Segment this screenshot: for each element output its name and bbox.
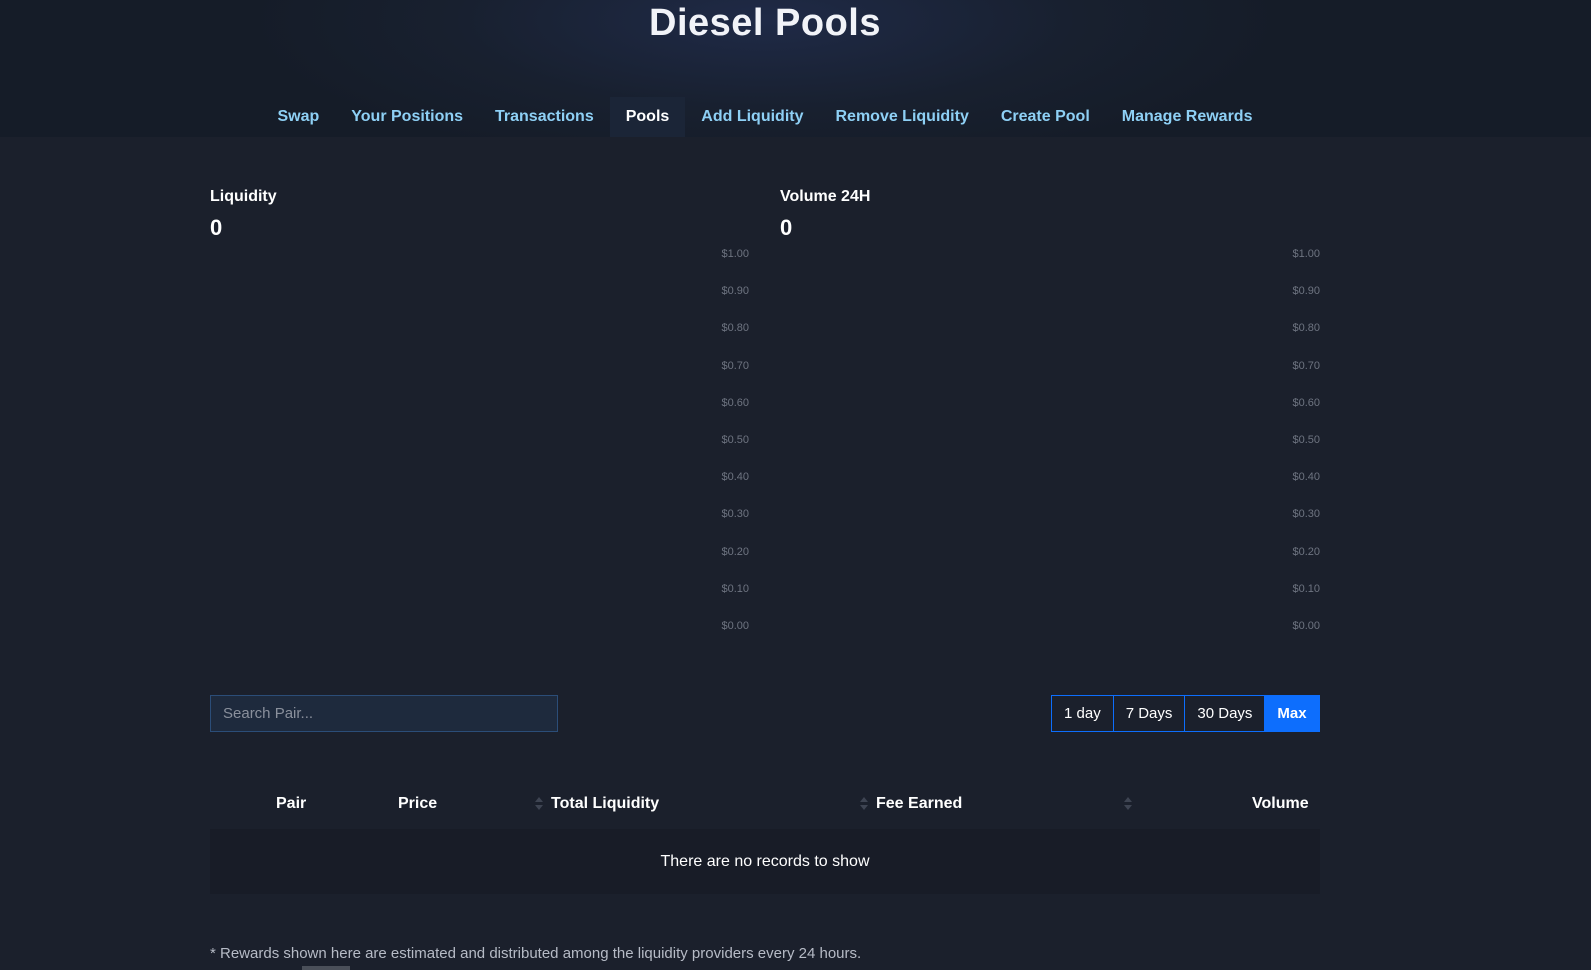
y-tick-label: $0.70 <box>721 359 749 372</box>
y-tick-label: $0.10 <box>1292 582 1320 595</box>
y-tick-label: $1.00 <box>721 248 749 260</box>
y-tick-label: $0.30 <box>1292 508 1320 521</box>
pools-nav: Swap Your Positions Transactions Pools A… <box>0 97 1530 137</box>
range-max-button[interactable]: Max <box>1265 696 1319 731</box>
y-tick-label: $0.90 <box>721 285 749 298</box>
y-tick-label: $0.20 <box>721 545 749 558</box>
y-tick-label: $0.60 <box>1292 396 1320 409</box>
y-tick-label: $0.60 <box>721 396 749 409</box>
y-tick-label: $0.00 <box>721 620 749 632</box>
nav-manage-rewards[interactable]: Manage Rewards <box>1106 97 1269 137</box>
page-title: Diesel Pools <box>649 2 881 44</box>
y-tick-label: $0.90 <box>1292 285 1320 298</box>
table-empty-row: There are no records to show <box>210 829 1320 894</box>
nav-remove-liquidity[interactable]: Remove Liquidity <box>819 97 984 137</box>
range-7-days-button[interactable]: 7 Days <box>1114 696 1186 731</box>
range-30-days-button[interactable]: 30 Days <box>1185 696 1266 731</box>
volume-label: Volume 24H <box>780 188 871 205</box>
nav-add-liquidity[interactable]: Add Liquidity <box>685 97 819 137</box>
search-pair-input[interactable] <box>210 695 558 732</box>
y-tick-label: $1.00 <box>1292 248 1320 260</box>
time-range-selector: 1 day 7 Days 30 Days Max <box>1051 695 1320 732</box>
nav-transactions[interactable]: Transactions <box>479 97 610 137</box>
nav-your-positions[interactable]: Your Positions <box>335 97 479 137</box>
y-tick-label: $0.20 <box>1292 545 1320 558</box>
y-tick-label: $0.30 <box>721 508 749 521</box>
volume-chart-y-axis: $1.00 $0.90 $0.80 $0.70 $0.60 $0.50 $0.40 $0.30… <box>1260 248 1320 634</box>
column-pair[interactable]: Pair <box>276 795 306 813</box>
column-volume[interactable]: Volume <box>1252 795 1309 813</box>
sort-icon[interactable] <box>860 797 868 811</box>
y-tick-label: $0.70 <box>1292 359 1320 372</box>
y-tick-label: $0.40 <box>1292 471 1320 484</box>
sort-icon[interactable] <box>1124 797 1132 811</box>
sort-icon[interactable] <box>535 797 543 811</box>
horizontal-scrollbar-thumb[interactable] <box>302 966 350 970</box>
y-tick-label: $0.80 <box>721 322 749 335</box>
liquidity-label: Liquidity <box>210 188 277 205</box>
nav-create-pool[interactable]: Create Pool <box>985 97 1106 137</box>
y-tick-label: $0.40 <box>721 471 749 484</box>
y-tick-label: $0.50 <box>1292 434 1320 446</box>
y-tick-label: $0.00 <box>1292 620 1320 632</box>
rewards-footnote: * Rewards shown here are estimated and d… <box>210 945 862 962</box>
y-tick-label: $0.50 <box>721 434 749 446</box>
volume-value: 0 <box>780 215 793 240</box>
range-1-day-button[interactable]: 1 day <box>1052 696 1114 731</box>
nav-swap[interactable]: Swap <box>262 97 336 137</box>
column-total-liquidity[interactable]: Total Liquidity <box>551 795 659 813</box>
liquidity-value: 0 <box>210 215 223 240</box>
nav-pools[interactable]: Pools <box>609 97 686 137</box>
y-tick-label: $0.80 <box>1292 322 1320 335</box>
column-fee-earned[interactable]: Fee Earned <box>876 795 962 813</box>
y-tick-label: $0.10 <box>721 582 749 595</box>
column-price[interactable]: Price <box>398 795 437 813</box>
liquidity-chart-y-axis: $1.00 $0.90 $0.80 $0.70 $0.60 $0.50 $0.40 $0.30… <box>689 248 749 634</box>
